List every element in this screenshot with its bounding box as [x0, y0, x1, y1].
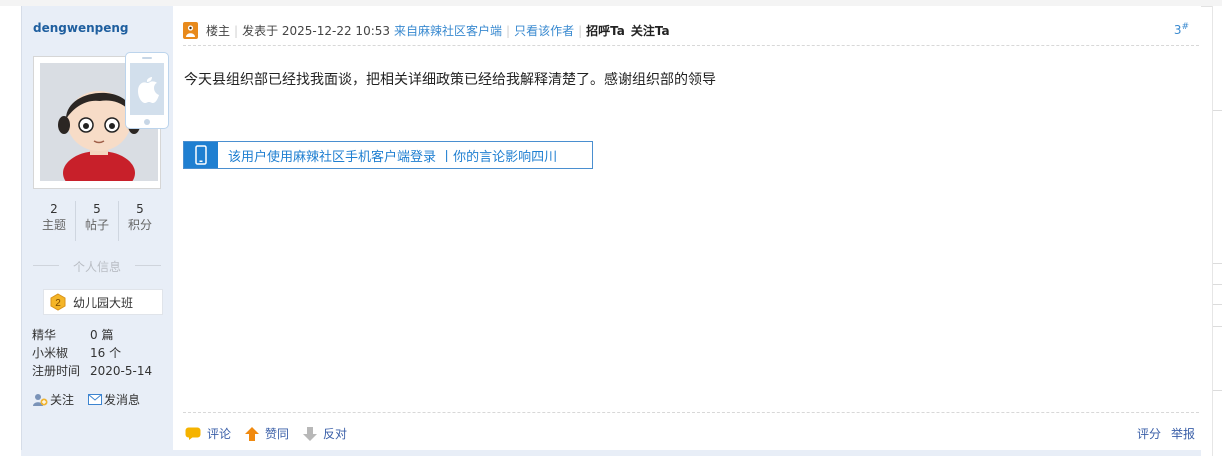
oppose-button[interactable]: 反对	[303, 425, 347, 442]
profile-key: 小米椒	[32, 346, 69, 360]
arrow-up-icon	[245, 426, 260, 441]
profile-value: 2020-5-14	[90, 364, 153, 378]
stat-points-count: 5	[136, 202, 144, 216]
stat-posts-label: 帖子	[84, 218, 109, 232]
mobile-client-banner-text: 该用户使用麻辣社区手机客户端登录 丨你的言论影响四川	[228, 149, 558, 165]
bottom-edge	[21, 450, 1201, 456]
separator: |	[506, 23, 511, 38]
phone-icon	[184, 142, 218, 168]
post-tools: 评分 举报	[1137, 425, 1195, 442]
post-actions: 评论 赞同 反对	[185, 425, 355, 442]
author-sidebar: dengwenpeng 2 主题 5 帖子 5 积分 个人信息 2 幼儿园大班 …	[21, 6, 174, 450]
floor-number[interactable]: 3#	[1174, 22, 1189, 37]
profile-value: 0 篇	[90, 328, 114, 342]
stat-posts[interactable]: 5 帖子	[76, 201, 119, 241]
comment-label: 评论	[207, 427, 232, 441]
profile-row: 小米椒 16 个	[32, 344, 167, 362]
author-actions: 关注 发消息	[32, 391, 140, 408]
section-title: 个人信息	[33, 258, 161, 275]
profile-info: 精华 0 篇 小米椒 16 个 注册时间 2020-5-14	[32, 326, 167, 380]
rank-badge: 2 幼儿园大班	[43, 289, 163, 315]
report-link[interactable]: 举报	[1171, 425, 1195, 442]
post-main: 楼主 | 发表于 2025-12-22 10:53 来自麻辣社区客户端 | 只看…	[173, 6, 1201, 450]
follow-link[interactable]: 关注Ta	[631, 22, 670, 39]
stat-threads[interactable]: 2 主题	[33, 201, 76, 241]
send-message-label: 发消息	[104, 393, 141, 407]
only-author-link[interactable]: 只看该作者	[514, 22, 574, 39]
rank-name: 幼儿园大班	[73, 295, 134, 310]
stat-points-label: 积分	[127, 218, 152, 232]
client-source-link[interactable]: 来自麻辣社区客户端	[394, 22, 502, 39]
post-content: 今天县组织部已经找我面谈，把相关详细政策已经给我解释清楚了。感谢组织部的领导	[184, 72, 716, 88]
stat-threads-label: 主题	[41, 218, 66, 232]
post-footer: 评论 赞同 反对 评分 举报	[183, 412, 1199, 450]
profile-value: 16 个	[90, 346, 122, 360]
envelope-icon	[88, 394, 103, 405]
author-name[interactable]: dengwenpeng	[33, 21, 129, 35]
separator: |	[578, 23, 583, 38]
profile-key: 注册时间	[32, 364, 81, 378]
author-stats: 2 主题 5 帖子 5 积分	[33, 201, 161, 241]
rank-level-icon: 2	[49, 293, 67, 311]
stat-posts-count: 5	[93, 202, 101, 216]
follow-user-icon	[33, 393, 48, 406]
like-label: 赞同	[265, 427, 290, 441]
send-message-button[interactable]: 发消息	[88, 391, 140, 408]
follow-author-label: 关注	[50, 393, 75, 407]
like-button[interactable]: 赞同	[245, 425, 289, 442]
mobile-client-badge-icon	[125, 52, 169, 129]
thread-starter-label: 楼主	[206, 24, 231, 38]
follow-author-button[interactable]: 关注	[32, 391, 74, 408]
post-time: 发表于 2025-12-22 10:53	[242, 24, 391, 38]
rate-link[interactable]: 评分	[1137, 425, 1161, 442]
oppose-label: 反对	[323, 427, 348, 441]
profile-row: 精华 0 篇	[32, 326, 167, 344]
profile-key: 精华	[32, 328, 57, 342]
profile-row: 注册时间 2020-5-14	[32, 362, 167, 380]
comment-button[interactable]: 评论	[185, 425, 231, 442]
thread-starter-icon	[183, 22, 198, 39]
stat-threads-count: 2	[50, 202, 58, 216]
arrow-down-icon	[303, 426, 318, 441]
mobile-client-banner[interactable]: 该用户使用麻辣社区手机客户端登录 丨你的言论影响四川	[183, 141, 593, 169]
scrollbar-track[interactable]	[1212, 6, 1222, 456]
comment-icon	[185, 427, 201, 440]
svg-text:2: 2	[55, 298, 61, 309]
left-gutter	[0, 6, 21, 456]
post-header: 楼主 | 发表于 2025-12-22 10:53 来自麻辣社区客户端 | 只看…	[183, 16, 1199, 46]
stat-points[interactable]: 5 积分	[119, 201, 161, 241]
greet-link[interactable]: 招呼Ta	[586, 22, 625, 39]
separator: |	[234, 23, 239, 38]
